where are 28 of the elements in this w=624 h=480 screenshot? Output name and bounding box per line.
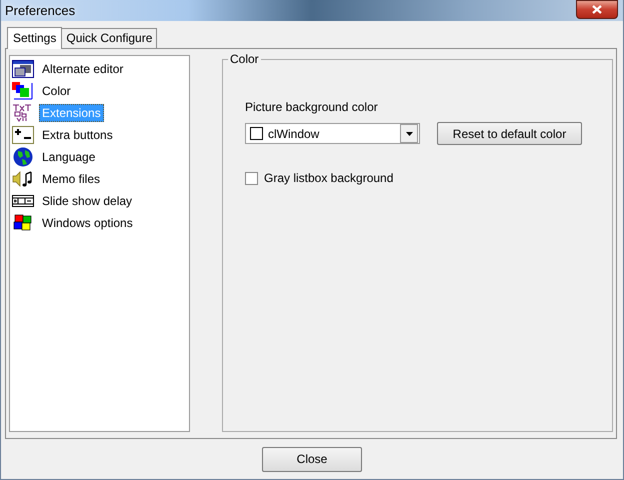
color-swatch bbox=[250, 127, 263, 140]
field-label: Picture background color bbox=[245, 100, 379, 114]
sidebar-item[interactable]: Extra buttons bbox=[39, 126, 116, 144]
tab[interactable]: Quick Configure bbox=[61, 28, 158, 48]
sidebar-item[interactable]: Memo files bbox=[39, 170, 104, 188]
checkbox[interactable] bbox=[245, 172, 258, 184]
close-dialog-button[interactable]: Close bbox=[262, 446, 362, 472]
close-button[interactable] bbox=[576, 0, 618, 19]
windows-logo-icon bbox=[13, 214, 33, 232]
tab[interactable]: Settings bbox=[7, 27, 62, 49]
checkbox-label: Gray listbox background bbox=[264, 171, 394, 185]
sidebar-item[interactable]: Color bbox=[39, 82, 74, 100]
windows-icon bbox=[12, 60, 34, 78]
window-title: Preferences bbox=[5, 3, 76, 18]
group-title: Color bbox=[228, 52, 261, 66]
color-dropdown[interactable]: clWindow bbox=[245, 123, 420, 144]
file-types-icon bbox=[12, 104, 34, 122]
plus-minus-icon bbox=[12, 126, 34, 144]
globe-icon bbox=[13, 147, 33, 167]
sidebar-item[interactable]: Language bbox=[39, 148, 98, 166]
sidebar-item[interactable]: Alternate editor bbox=[39, 60, 126, 78]
reset-button[interactable]: Reset to default color bbox=[437, 122, 582, 145]
sidebar-item[interactable]: Windows options bbox=[39, 214, 136, 232]
sidebar-item[interactable]: Slide show delay bbox=[39, 192, 136, 210]
film-strip-icon bbox=[12, 194, 34, 208]
color-squares-icon bbox=[12, 82, 34, 100]
speaker-note-icon bbox=[12, 170, 34, 188]
close-icon bbox=[592, 5, 602, 14]
